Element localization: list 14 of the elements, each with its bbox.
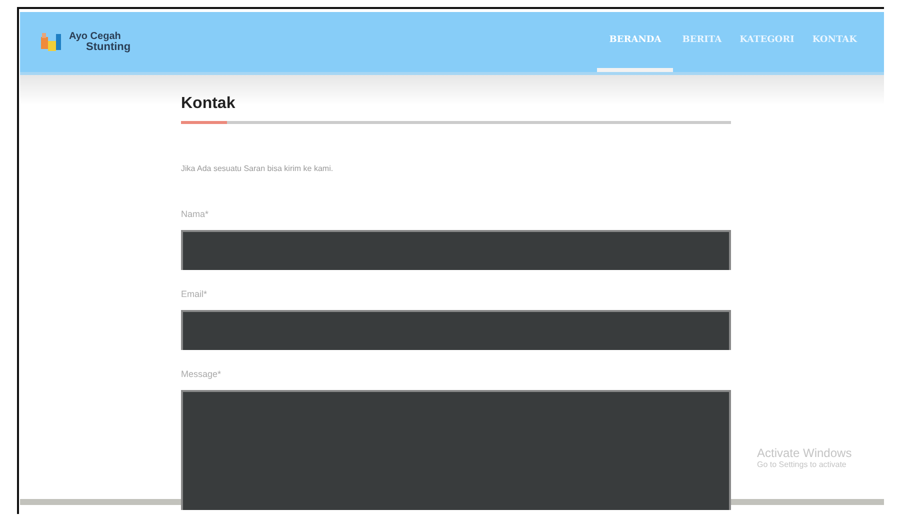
input-field[interactable] (181, 310, 731, 350)
nav-link[interactable]: KONTAK (803, 12, 866, 72)
nav-link[interactable]: KATEGORI (730, 12, 804, 72)
nav-link[interactable]: BERITA (673, 12, 731, 72)
input-field[interactable] (181, 230, 731, 270)
logo-text[interactable]: Ayo Cegah Stunting (69, 32, 131, 52)
message-field[interactable] (181, 390, 731, 510)
field-label: Nama* (181, 208, 210, 221)
activation-title: Activate Windows (757, 446, 852, 460)
activation-subtitle: Go to Settings to activate (757, 460, 848, 469)
field-label: Message* (181, 368, 222, 381)
intro-text: Jika Ada sesuatu Saran bisa kirim ke kami. (181, 164, 334, 175)
page-title: Kontak (181, 95, 236, 114)
field-label: Email* (181, 288, 208, 301)
